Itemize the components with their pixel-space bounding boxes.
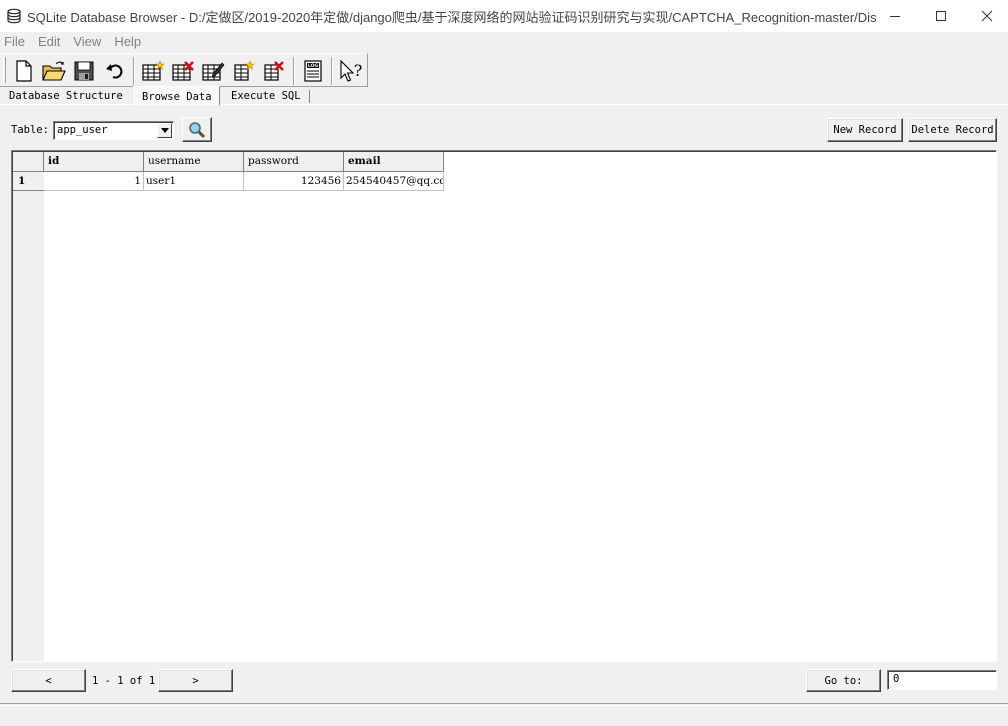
create-index-icon (234, 60, 255, 81)
database-icon (7, 8, 21, 24)
toolbar-separator (293, 57, 295, 85)
new-file-icon (16, 60, 32, 82)
table-label: Table: (11, 124, 49, 136)
create-index-button[interactable] (229, 57, 257, 85)
tab-bar: Database Structure Browse Data Execute S… (0, 86, 1008, 105)
column-header-email[interactable]: email (344, 152, 444, 172)
save-database-button[interactable] (70, 57, 98, 85)
sql-log-button[interactable]: LOG (299, 57, 327, 85)
whats-this-button[interactable]: ? (337, 57, 365, 85)
toolbar: LOG ? (0, 53, 368, 87)
tab-label: Execute SQL (231, 90, 301, 102)
cell-password[interactable]: 123456 (244, 172, 344, 191)
title-bar: SQLite Database Browser - D:/定做区/2019-20… (0, 0, 1008, 32)
row-header[interactable]: 1 (13, 172, 44, 191)
chevron-down-icon (160, 128, 169, 133)
goto-input[interactable]: 0 (887, 670, 997, 690)
delete-record-button[interactable]: Delete Record (908, 118, 997, 142)
cell-email[interactable]: 254540457@qq.com (344, 172, 444, 191)
row-header-column (13, 152, 44, 661)
table-select-dropdown[interactable] (157, 123, 172, 138)
menu-bar: File Edit View Help (0, 32, 1008, 52)
data-grid[interactable]: id username password email 1 1 user1 123… (11, 150, 997, 662)
undo-icon (106, 64, 123, 79)
open-folder-icon (42, 61, 66, 81)
column-header-id[interactable]: id (44, 152, 144, 172)
tab-label: Browse Data (142, 91, 212, 103)
whats-this-icon: ? (340, 59, 363, 82)
close-icon (981, 10, 993, 22)
tab-execute-sql[interactable]: Execute SQL (231, 88, 310, 105)
menu-file[interactable]: File (0, 32, 30, 52)
delete-table-icon (172, 61, 194, 81)
toolbar-grip[interactable] (3, 57, 6, 83)
column-header-password[interactable]: password (244, 152, 344, 172)
goto-button[interactable]: Go to: (806, 669, 881, 692)
column-header-username[interactable]: username (144, 152, 244, 172)
status-bar (0, 703, 1008, 726)
next-page-button[interactable]: > (158, 669, 233, 692)
toolbar-separator (133, 57, 135, 85)
tab-database-structure[interactable]: Database Structure (9, 88, 131, 105)
delete-index-icon (264, 61, 284, 81)
grid-corner[interactable] (13, 152, 44, 172)
maximize-button[interactable] (918, 0, 964, 32)
create-table-button[interactable] (139, 57, 167, 85)
previous-page-button[interactable]: < (11, 669, 86, 692)
minimize-icon (890, 16, 900, 17)
window-title: SQLite Database Browser - D:/定做区/2019-20… (27, 10, 877, 25)
open-database-button[interactable] (40, 57, 68, 85)
close-button[interactable] (964, 0, 1008, 32)
undo-button[interactable] (101, 57, 129, 85)
tab-browse-data[interactable]: Browse Data (133, 86, 220, 105)
cell-username[interactable]: user1 (144, 172, 244, 191)
new-record-button[interactable]: New Record (827, 118, 903, 142)
menu-help[interactable]: Help (109, 32, 146, 52)
create-table-icon (142, 60, 165, 81)
record-count: 1 - 1 of 1 (92, 675, 156, 687)
menu-edit[interactable]: Edit (33, 32, 65, 52)
table-select[interactable]: app_user (53, 121, 174, 140)
svg-text:LOG: LOG (308, 63, 319, 69)
tab-divider (309, 90, 310, 103)
menu-view[interactable]: View (68, 32, 106, 52)
minimize-button[interactable] (872, 0, 918, 32)
log-icon: LOG (304, 60, 322, 82)
delete-index-button[interactable] (259, 57, 287, 85)
search-icon (189, 121, 206, 138)
toolbar-separator (331, 57, 333, 85)
floppy-disk-icon (74, 61, 94, 81)
maximize-icon (936, 11, 946, 21)
find-button[interactable] (182, 117, 212, 142)
modify-table-icon (202, 62, 225, 81)
cell-id[interactable]: 1 (44, 172, 144, 191)
tab-label: Database Structure (9, 90, 123, 102)
table-select-value: app_user (57, 124, 108, 136)
modify-table-button[interactable] (199, 57, 227, 85)
delete-table-button[interactable] (169, 57, 197, 85)
new-database-button[interactable] (10, 57, 38, 85)
svg-text:?: ? (354, 61, 363, 80)
